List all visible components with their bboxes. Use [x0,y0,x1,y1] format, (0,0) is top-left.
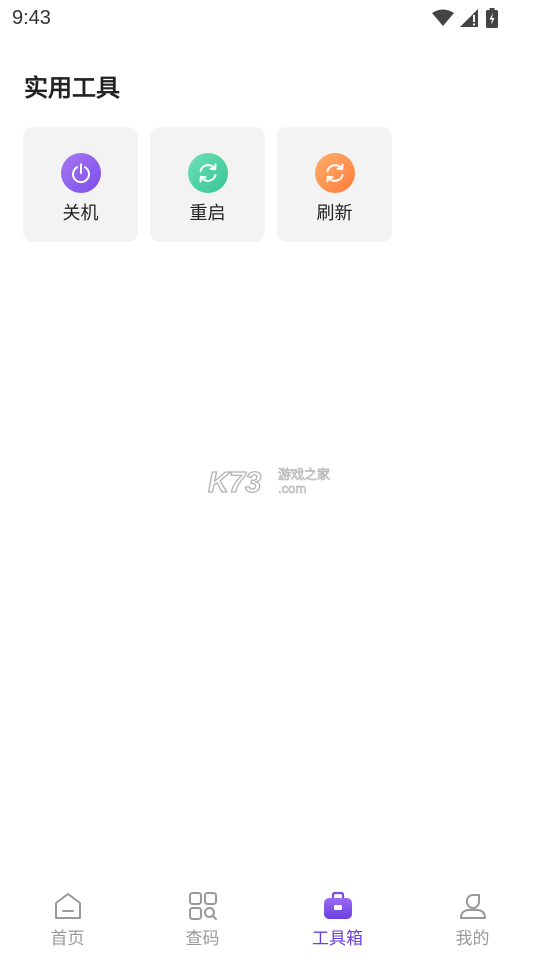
svg-text:K73: K73 [208,467,261,496]
restart-label: 重启 [189,203,226,224]
bottom-tab-bar: 首页 查码 工具箱 我的 [0,880,540,960]
refresh-icon [187,153,228,193]
wifi-icon [432,9,454,27]
battery-icon [486,8,498,28]
signal-icon [460,9,480,27]
power-icon [60,153,101,193]
section-title: 实用工具 [24,74,120,102]
status-time: 9:43 [12,7,51,29]
tab-toolbox[interactable]: 工具箱 [270,880,405,960]
refresh-icon [314,153,355,193]
shutdown-button[interactable]: 关机 [23,127,138,242]
shutdown-label: 关机 [62,203,99,224]
refresh-button[interactable]: 刷新 [277,127,392,242]
restart-button[interactable]: 重启 [150,127,265,242]
home-icon [53,890,83,922]
refresh-label: 刷新 [316,203,353,224]
tab-home[interactable]: 首页 [0,880,135,960]
status-icons [432,8,498,28]
grid-search-icon [188,890,218,922]
tools-grid: 关机 重启 刷新 [23,127,392,242]
user-icon [458,890,488,922]
tab-mine-label: 我的 [455,929,490,949]
tab-query-code[interactable]: 查码 [135,880,270,960]
tab-query-code-label: 查码 [185,929,220,949]
toolbox-icon [322,890,354,922]
k73-watermark-logo: K73 游戏之家 .com [207,466,334,500]
tab-toolbox-label: 工具箱 [312,929,363,949]
status-bar: 9:43 [0,0,540,36]
tab-mine[interactable]: 我的 [405,880,540,960]
svg-text:.com: .com [278,481,306,496]
tab-home-label: 首页 [50,929,85,949]
